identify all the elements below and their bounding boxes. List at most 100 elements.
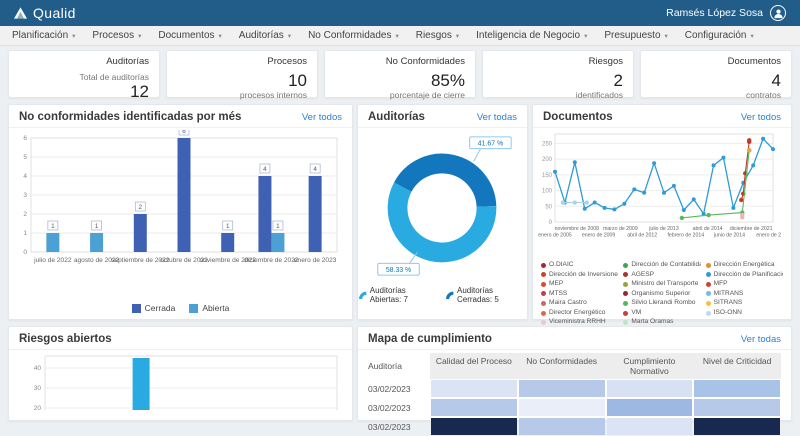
audits-donut-chart: 41.67 %58.33 % <box>358 128 527 282</box>
svg-text:4: 4 <box>263 166 267 173</box>
kpi-card-title: Documentos <box>728 56 781 67</box>
compliance-heatmap-table: AuditoríaCalidad del ProcesoNo Conformid… <box>358 350 791 436</box>
legend-label: O.DIAIC <box>549 261 574 270</box>
compliance-col-header: Nivel de Criticidad <box>693 353 781 379</box>
compliance-heat-cell[interactable] <box>607 418 693 435</box>
menu-item-planificaci-n[interactable]: Planificación▾ <box>12 30 75 41</box>
kpi-card-documentos: Documentos4contratos <box>640 50 792 98</box>
compliance-row-label: 03/02/2023 <box>368 398 430 417</box>
compliance-header-band: Calidad del ProcesoNo ConformidadesCumpl… <box>430 353 781 379</box>
top-navbar: Qualid Ramsés López Sosa <box>0 0 800 26</box>
ver-todos-link[interactable]: Ver todos <box>741 112 781 123</box>
legend-dot <box>541 320 546 325</box>
panel-title: No conformidades identificadas por més <box>19 111 241 123</box>
legend-item-agesp: AGESP <box>623 271 700 280</box>
svg-text:enero de 2023: enero de 2023 <box>294 257 337 264</box>
menu-item-label: Presupuesto <box>604 30 660 41</box>
chevron-down-icon: ▾ <box>138 32 141 40</box>
compliance-col-header: No Conformidades <box>518 353 606 379</box>
legend-dot <box>623 291 628 296</box>
legend-dot <box>706 263 711 268</box>
legend-dot <box>541 291 546 296</box>
kpi-row: AuditoríasTotal de auditorías12Procesos1… <box>8 50 792 98</box>
legend-dot <box>541 272 546 277</box>
legend-label: MFP <box>714 280 728 289</box>
kpi-card-no-conformidades: No Conformidades85%porcentaje de cierre <box>324 50 476 98</box>
menu-item-riesgos[interactable]: Riesgos▾ <box>416 30 459 41</box>
menu-item-presupuesto[interactable]: Presupuesto ▾ <box>604 30 667 41</box>
menu-item-documentos[interactable]: Documentos▾ <box>158 30 221 41</box>
compliance-heat-cell[interactable] <box>519 418 605 435</box>
menu-item-auditor-as[interactable]: Auditorías▾ <box>239 30 291 41</box>
svg-text:58.33 %: 58.33 % <box>386 267 411 274</box>
legend-label: Dirección de Planificación Financiera <box>714 271 783 280</box>
svg-text:enero de 2023: enero de 2023 <box>756 233 781 239</box>
compliance-heat-cell[interactable] <box>694 418 780 435</box>
user-avatar-icon <box>770 5 786 21</box>
chevron-down-icon: ▾ <box>219 32 222 40</box>
compliance-row-label: 03/02/2023 <box>368 417 430 436</box>
menu-item-procesos[interactable]: Procesos▾ <box>92 30 141 41</box>
legend-dot <box>623 320 628 325</box>
ver-todas-link[interactable]: Ver todas <box>741 334 781 345</box>
menu-item-label: Riesgos <box>416 30 452 41</box>
user-name: Ramsés López Sosa <box>666 7 763 19</box>
legend-dot <box>706 301 711 306</box>
compliance-heat-cell[interactable] <box>431 399 517 416</box>
chevron-down-icon: ▾ <box>584 32 587 40</box>
brand-logo[interactable]: Qualid <box>14 5 76 21</box>
compliance-heat-cell[interactable] <box>694 380 780 397</box>
menu-item-configuraci-n[interactable]: Configuración ▾ <box>685 30 754 41</box>
legend-dot <box>623 282 628 287</box>
chevron-down-icon: ▾ <box>665 32 668 40</box>
user-menu[interactable]: Ramsés López Sosa <box>666 5 786 21</box>
menu-item-no-conformidades[interactable]: No Conformidades▾ <box>308 30 399 41</box>
menu-item-inteligencia-de-negocio[interactable]: Inteligencia de Negocio ▾ <box>476 30 587 41</box>
svg-text:marzo de 2009: marzo de 2009 <box>603 226 638 232</box>
menu-item-label: Configuración <box>685 30 747 41</box>
ribbon-icon <box>358 290 367 300</box>
risks-bar-chart: 403020 <box>9 350 352 415</box>
kpi-card-riesgos: Riesgos2identificados <box>482 50 634 98</box>
panel-header: Auditorías Ver todas <box>358 105 527 128</box>
svg-text:2: 2 <box>23 211 27 218</box>
legend-label: MEP <box>549 280 563 289</box>
kpi-value: 12 <box>130 83 149 101</box>
ver-todos-link[interactable]: Ver todos <box>302 112 342 123</box>
legend-dot <box>541 311 546 316</box>
panel-documents: Documentos Ver todos 050100150200250ener… <box>532 104 792 320</box>
svg-text:4: 4 <box>313 166 317 173</box>
compliance-col-header: Cumplimiento Normativo <box>606 353 694 379</box>
legend-label: Organismo Superior <box>631 290 690 299</box>
menu-item-label: Inteligencia de Negocio <box>476 30 580 41</box>
legend-dot <box>706 311 711 316</box>
compliance-heat-cell[interactable] <box>519 399 605 416</box>
qualid-logo-icon <box>14 7 27 19</box>
kpi-label: contratos <box>746 90 781 101</box>
compliance-row-cells <box>430 417 781 436</box>
compliance-heat-cell[interactable] <box>607 380 693 397</box>
legend-label: Auditorías Cerradas: 5 <box>457 286 527 304</box>
compliance-heat-cell[interactable] <box>607 399 693 416</box>
legend-dot <box>541 263 546 268</box>
legend-item-auditor-as-cerradas-5: Auditorías Cerradas: 5 <box>445 286 527 304</box>
compliance-col-header: Calidad del Proceso <box>430 353 518 379</box>
svg-text:6: 6 <box>182 130 186 135</box>
compliance-heat-cell[interactable] <box>431 418 517 435</box>
panel-header: Documentos Ver todos <box>533 105 791 128</box>
svg-text:4: 4 <box>23 173 27 180</box>
chevron-down-icon: ▾ <box>751 32 754 40</box>
svg-text:5: 5 <box>23 154 27 161</box>
kpi-value: 85% <box>431 72 465 90</box>
compliance-heat-cell[interactable] <box>431 380 517 397</box>
compliance-heat-cell[interactable] <box>519 380 605 397</box>
svg-text:20: 20 <box>34 405 42 410</box>
legend-dot <box>706 282 711 287</box>
compliance-heat-cell[interactable] <box>694 399 780 416</box>
panel-header: Mapa de cumplimiento Ver todas <box>358 327 791 350</box>
ver-todas-link[interactable]: Ver todas <box>477 112 517 123</box>
kpi-card-title: Procesos <box>267 56 307 67</box>
compliance-row: 03/02/2023 <box>368 417 781 436</box>
kpi-card-title: No Conformidades <box>386 56 465 67</box>
svg-text:julio de 2013: julio de 2013 <box>648 226 679 232</box>
